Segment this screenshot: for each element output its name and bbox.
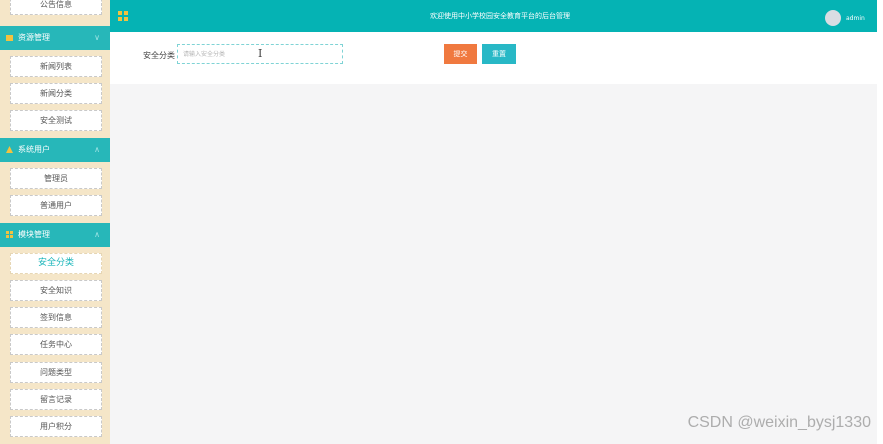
folder-icon xyxy=(6,35,13,41)
chevron-up-icon: ∧ xyxy=(94,145,100,154)
sidebar-item-announcements[interactable]: 公告信息 xyxy=(10,0,102,15)
avatar[interactable] xyxy=(825,10,841,26)
sidebar-item-message-records[interactable]: 留言记录 xyxy=(10,389,102,410)
sidebar-item-safety-test[interactable]: 安全测试 xyxy=(10,110,102,131)
text-cursor-icon: I xyxy=(258,47,263,60)
category-field-label: 安全分类 xyxy=(143,51,175,60)
chevron-down-icon: ∨ xyxy=(94,33,100,42)
sidebar-item-news-category[interactable]: 新闻分类 xyxy=(10,83,102,104)
sidebar-group-system-users[interactable]: 系统用户 ∧ xyxy=(0,138,110,162)
reset-button[interactable]: 重置 xyxy=(482,44,516,64)
chevron-up-icon: ∧ xyxy=(94,230,100,239)
top-bar: 欢迎使用中小学校园安全教育平台的后台管理 admin xyxy=(110,0,877,32)
sidebar-group-label: 资源管理 xyxy=(18,33,50,42)
right-edge xyxy=(877,0,883,444)
sidebar-item-user-points[interactable]: 用户积分 xyxy=(10,416,102,437)
sidebar-item-safety-category[interactable]: 安全分类 xyxy=(10,253,102,274)
sidebar-item-regular-users[interactable]: 普通用户 xyxy=(10,195,102,216)
search-form: 安全分类 I 提交 重置 xyxy=(110,32,877,84)
grid-icon xyxy=(6,231,13,238)
main-content: 安全分类 I 提交 重置 xyxy=(110,32,877,444)
sidebar-item-safety-knowledge[interactable]: 安全知识 xyxy=(10,280,102,301)
sidebar-item-question-type[interactable]: 问题类型 xyxy=(10,362,102,383)
sidebar-item-task-center[interactable]: 任务中心 xyxy=(10,334,102,355)
site-title: 欢迎使用中小学校园安全教育平台的后台管理 xyxy=(430,12,570,20)
sidebar-group-label: 模块管理 xyxy=(18,230,50,239)
warning-icon xyxy=(6,146,13,153)
menu-grid-icon[interactable] xyxy=(118,11,128,21)
sidebar-item-checkin-info[interactable]: 签到信息 xyxy=(10,307,102,328)
sidebar-item-news-list[interactable]: 新闻列表 xyxy=(10,56,102,77)
submit-button[interactable]: 提交 xyxy=(444,44,477,64)
sidebar-item-administrators[interactable]: 管理员 xyxy=(10,168,102,189)
sidebar-group-resource-management[interactable]: 资源管理 ∨ xyxy=(0,26,110,50)
watermark: CSDN @weixin_bysj1330 xyxy=(687,414,871,431)
sidebar: 公告信息 资源管理 ∨ 新闻列表 新闻分类 安全测试 系统用户 ∧ 管理员 普通… xyxy=(0,0,110,444)
sidebar-group-label: 系统用户 xyxy=(18,145,50,154)
sidebar-group-module-management[interactable]: 模块管理 ∧ xyxy=(0,223,110,247)
